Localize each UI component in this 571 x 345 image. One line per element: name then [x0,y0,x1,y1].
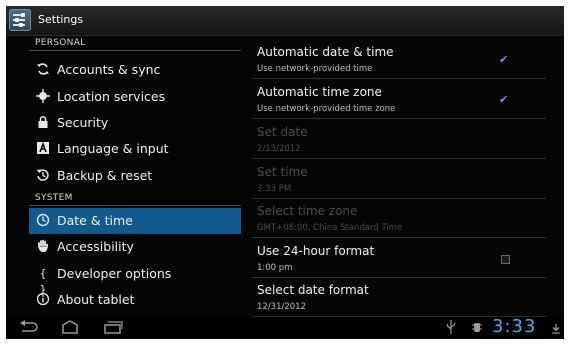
sidebar-item-label: Security [57,115,109,130]
pref-title: Select time zone [257,204,358,218]
sidebar-item-accounts-sync[interactable]: Accounts & sync [29,57,241,83]
page-title: Settings [38,13,84,26]
sidebar-item-accessibility[interactable]: Accessibility [29,234,241,260]
pref-select-date-format[interactable]: Select date format 12/31/2012 [251,277,546,317]
recent-apps-icon[interactable] [103,320,123,338]
pref-summary: 1:00 pm [257,263,293,273]
sidebar-item-date-time[interactable]: Date & time [29,208,241,234]
sidebar-item-label: Language & input [57,141,169,156]
sidebar-item-label: Accessibility [57,239,134,254]
debug-icon [471,320,483,338]
checkmark-icon[interactable]: ✔ [499,94,511,105]
back-icon[interactable] [18,320,38,338]
pref-title: Automatic date & time [257,45,394,59]
pref-select-time-zone: Select time zone GMT+08:00, China Standa… [251,198,546,238]
pref-title: Set date [257,125,308,139]
pref-set-date: Set date 2/13/2012 [251,119,546,159]
lock-icon [35,115,51,131]
pref-automatic-date-time[interactable]: Automatic date & time Use network-provid… [251,39,546,79]
pref-title: Automatic time zone [257,85,382,99]
info-icon [35,292,51,308]
sidebar-item-backup-reset[interactable]: Backup & reset [29,163,241,189]
hand-icon [35,239,51,255]
keyboard-a-icon [35,141,51,157]
backup-icon [35,168,51,184]
sidebar-item-language-input[interactable]: Language & input [29,136,241,162]
location-icon [35,89,51,105]
clock-icon [35,213,51,229]
pref-automatic-time-zone[interactable]: Automatic time zone Use network-provided… [251,79,546,119]
tablet-screen: Settings PERSONAL Accounts & sync Locati… [6,6,564,339]
divider [29,205,241,206]
sidebar-item-label: Location services [57,89,166,104]
sidebar-item-label: Accounts & sync [57,62,161,77]
braces-icon: { } [39,267,47,296]
status-clock: 3:33 [492,316,537,337]
sidebar-item-label: About tablet [57,292,135,307]
pref-title: Set time [257,165,308,179]
pref-title: Select date format [257,283,369,297]
pref-summary: 2/13/2012 [257,144,301,154]
pref-summary: 12/31/2012 [257,302,306,312]
sync-icon [35,62,51,78]
pref-set-time: Set time 3:33 PM [251,159,546,199]
pref-summary: GMT+08:00, China Standard Time [257,223,403,233]
section-header-system: SYSTEM [35,193,73,203]
settings-headers-pane: PERSONAL Accounts & sync Location servic… [6,35,242,317]
divider [29,50,241,51]
usb-icon [446,320,456,338]
checkmark-icon[interactable]: ✔ [499,54,511,65]
sidebar-item-label: Developer options [57,266,172,281]
sidebar-item-about-tablet[interactable]: About tablet [29,287,241,313]
pref-title: Use 24-hour format [257,244,375,258]
settings-app-icon[interactable] [9,9,31,31]
sidebar-item-developer-options[interactable]: { } Developer options [29,261,241,296]
sidebar-item-security[interactable]: Security [29,110,241,136]
sidebar-item-location-services[interactable]: Location services [29,84,241,110]
pref-use-24-hour-format[interactable]: Use 24-hour format 1:00 pm [251,238,546,278]
sidebar-item-label: Backup & reset [57,168,153,183]
pref-summary: Use network-provided time [257,64,373,74]
home-icon[interactable] [59,320,81,338]
section-header-personal: PERSONAL [35,38,86,48]
pref-summary: Use network-provided time zone [257,104,396,114]
download-icon [552,322,560,338]
action-bar: Settings [6,6,564,36]
date-time-settings-list: Automatic date & time Use network-provid… [251,35,546,317]
system-navigation-bar: 3:33 [6,316,564,339]
sidebar-item-label: Date & time [57,213,133,228]
pref-summary: 3:33 PM [257,184,292,194]
checkbox[interactable] [501,255,510,264]
